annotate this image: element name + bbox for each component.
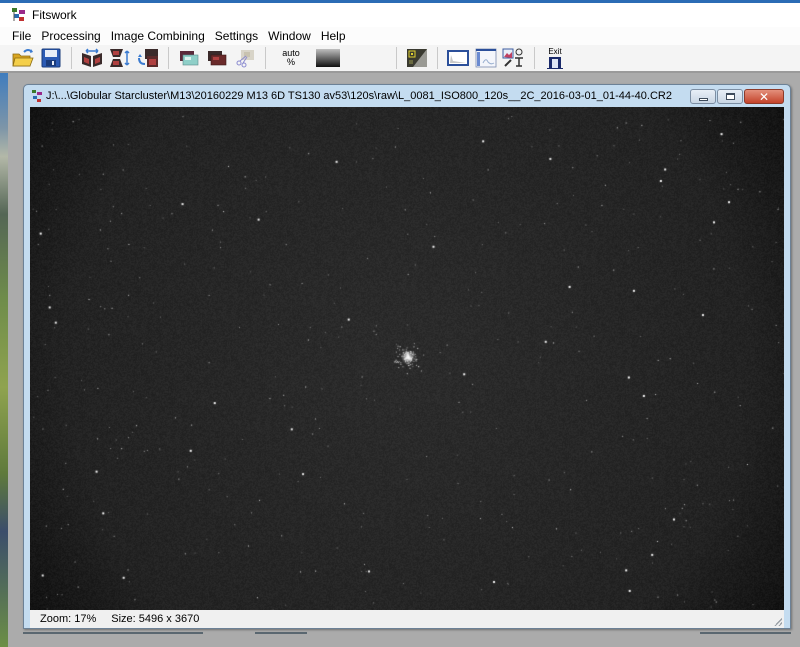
image-window-title: J:\...\Globular Starcluster\M13\20160229… <box>46 90 672 102</box>
status-bar: Zoom: 17% Size: 5496 x 3670 <box>30 610 784 628</box>
image-document-window: J:\...\Globular Starcluster\M13\20160229… <box>23 84 791 629</box>
app-titlebar: Fitswork <box>0 0 800 27</box>
zoom-status: Zoom: 17% <box>40 613 97 625</box>
maximize-icon <box>725 93 735 100</box>
minimize-icon <box>698 97 708 101</box>
gradient-button[interactable] <box>316 49 340 67</box>
astro-image-canvas[interactable] <box>30 107 784 610</box>
menu-help[interactable]: Help <box>316 29 351 43</box>
image-tools-icon <box>502 48 523 67</box>
rotate-images-icon <box>138 49 158 67</box>
app-title: Fitswork <box>32 8 77 22</box>
resize-grip[interactable] <box>774 618 782 626</box>
minimize-button[interactable] <box>690 89 716 104</box>
cut-button[interactable] <box>233 47 257 69</box>
app-logo-icon <box>12 8 25 22</box>
image-stack-icon <box>208 51 227 66</box>
toolbar-separator <box>168 47 169 69</box>
floppy-disk-icon <box>41 48 61 68</box>
menu-processing[interactable]: Processing <box>36 29 105 43</box>
percent-label: % <box>286 57 295 67</box>
toolbar-separator <box>396 47 397 69</box>
save-file-button[interactable] <box>39 47 63 69</box>
frame-edge <box>255 632 307 634</box>
flip-horizontal-icon <box>82 48 102 67</box>
frame-edge <box>700 632 791 634</box>
rotate-button[interactable] <box>136 47 160 69</box>
image-stack-button[interactable] <box>205 47 229 69</box>
flip-horizontal-button[interactable] <box>80 47 104 69</box>
levels-button[interactable] <box>405 47 429 69</box>
histogram-button[interactable] <box>446 47 470 69</box>
menu-file[interactable]: File <box>7 29 36 43</box>
image-tools-button[interactable] <box>502 47 526 69</box>
levels-icon <box>407 49 427 67</box>
histogram-window-icon <box>475 48 497 68</box>
frame-edge <box>23 632 203 634</box>
menu-window[interactable]: Window <box>263 29 316 43</box>
toolbar-separator <box>71 47 72 69</box>
menu-image-combining[interactable]: Image Combining <box>106 29 210 43</box>
image-window-icon <box>32 89 42 103</box>
toolbar-separator <box>437 47 438 69</box>
exit-button[interactable]: Exit <box>543 47 567 69</box>
menu-bar: File Processing Image Combining Settings… <box>0 27 800 45</box>
histogram-icon <box>447 50 469 66</box>
flip-vertical-icon <box>110 49 130 67</box>
exit-label: Exit <box>548 46 562 56</box>
open-file-button[interactable] <box>11 47 35 69</box>
star-field-image[interactable] <box>30 107 784 610</box>
toolbar-separator <box>265 47 266 69</box>
close-icon: ✕ <box>758 89 770 104</box>
image-copy-button[interactable] <box>177 47 201 69</box>
image-copy-icon <box>180 51 199 66</box>
flip-vertical-button[interactable] <box>108 47 132 69</box>
open-folder-icon <box>12 49 34 67</box>
image-window-titlebar[interactable]: J:\...\Globular Starcluster\M13\20160229… <box>24 85 790 107</box>
scissors-icon <box>236 50 254 68</box>
toolbar-separator <box>534 47 535 69</box>
close-button[interactable]: ✕ <box>744 89 784 104</box>
maximize-button[interactable] <box>717 89 743 104</box>
histogram-window-button[interactable] <box>474 47 498 69</box>
exit-door-icon <box>547 56 563 69</box>
image-size-status: Size: 5496 x 3670 <box>111 613 200 625</box>
toolbar: auto % Exit <box>0 45 800 73</box>
fitswork-main-window: Fitswork File Processing Image Combining… <box>0 0 800 647</box>
auto-stretch-button[interactable]: auto % <box>274 47 308 69</box>
menu-settings[interactable]: Settings <box>210 29 263 43</box>
